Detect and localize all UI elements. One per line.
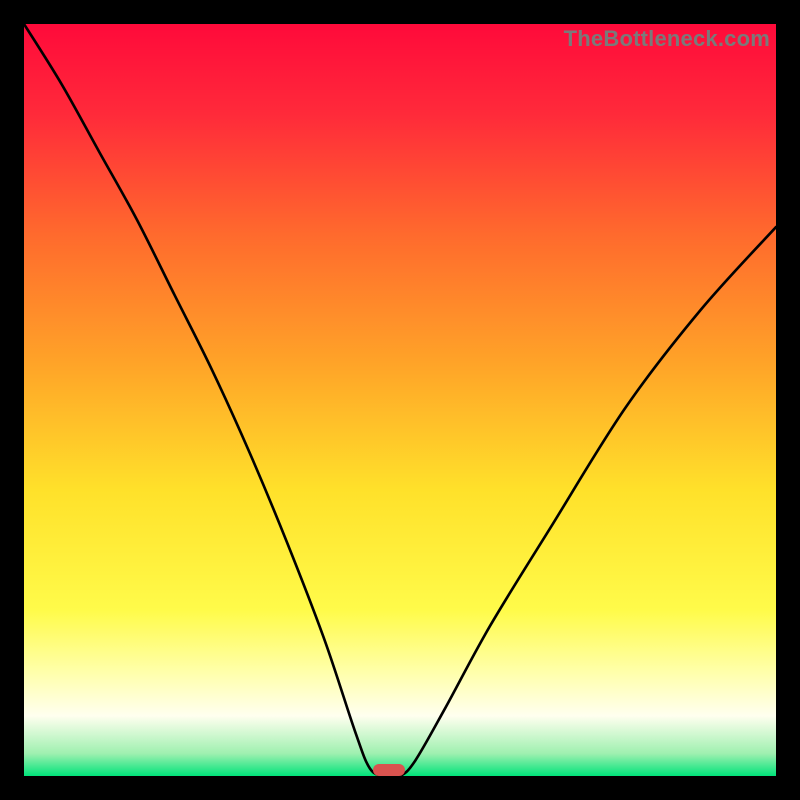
bottleneck-curve (24, 24, 776, 776)
chart-frame: TheBottleneck.com (0, 0, 800, 800)
optimal-marker (373, 764, 405, 776)
plot-area: TheBottleneck.com (24, 24, 776, 776)
